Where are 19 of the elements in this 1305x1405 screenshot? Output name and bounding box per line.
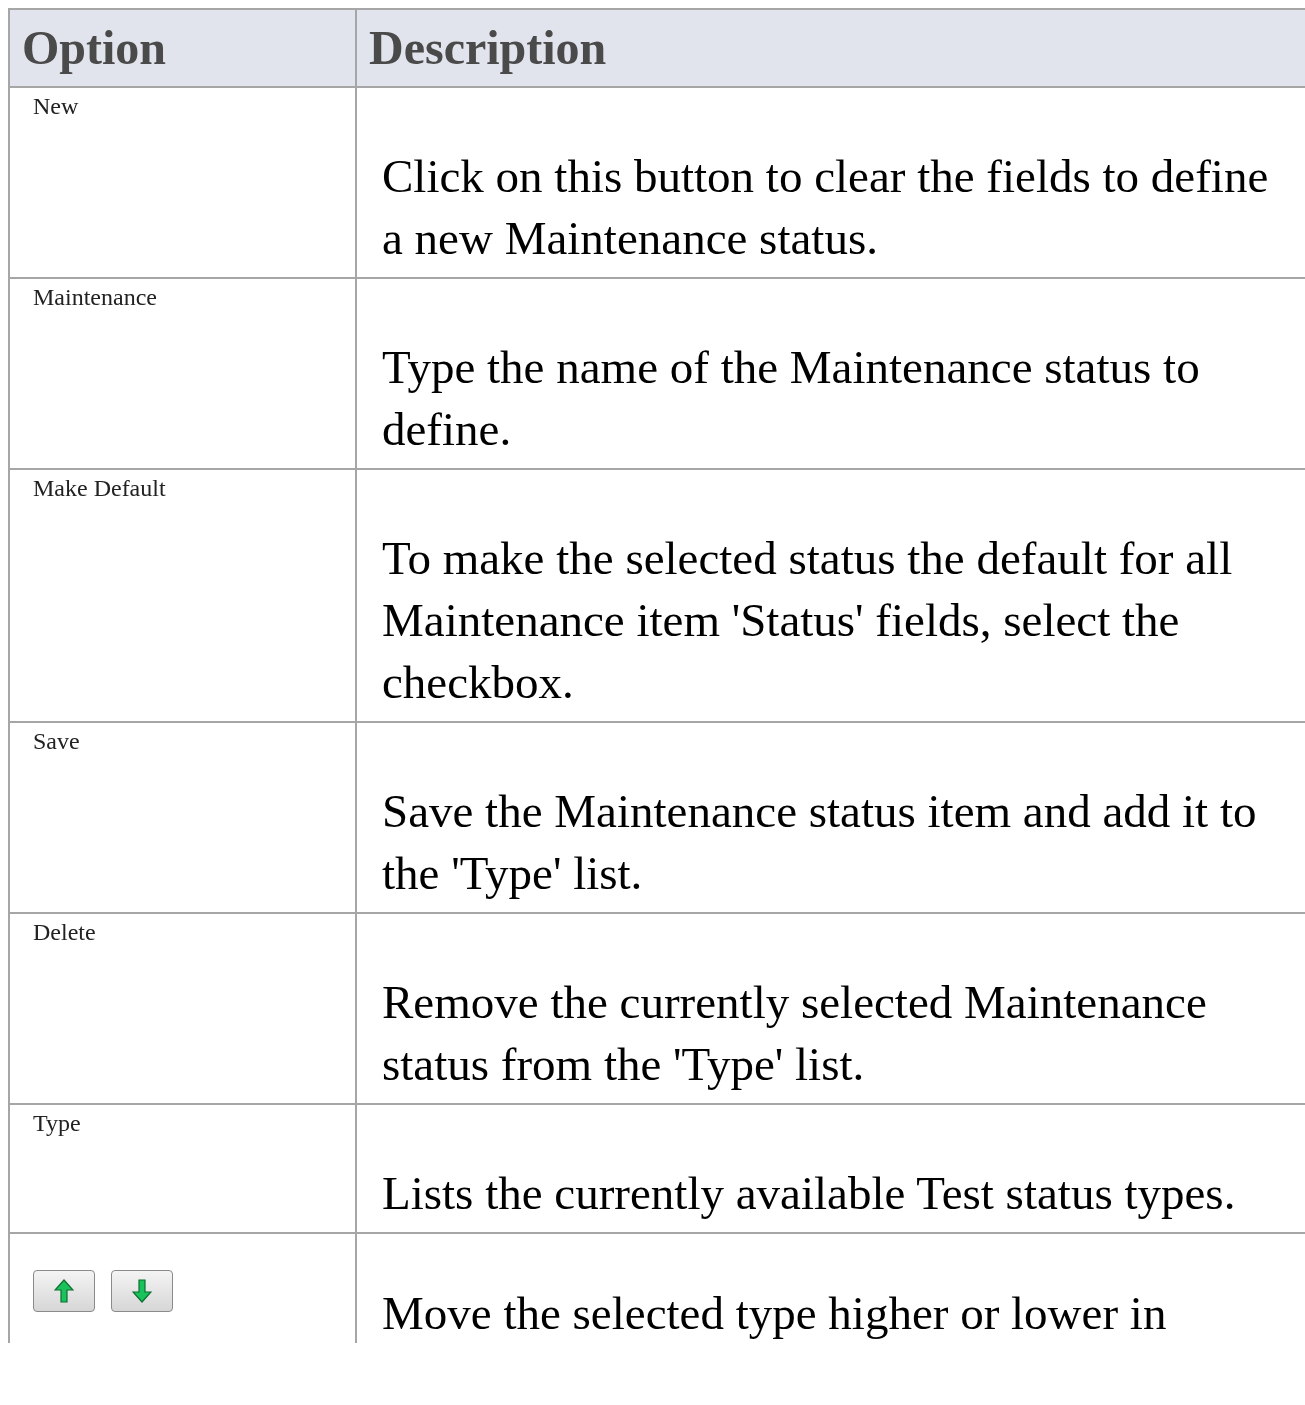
option-description: Remove the currently selected Maintenance status from the 'Type' list. [382,975,1208,1092]
column-header: Option [10,10,357,86]
option-description: Lists the currently available Test status types. [382,1166,1237,1221]
option-description: Click on this button to clear the fields to define a new Maintenance status. [382,149,1270,266]
option-name: Maintenance [33,284,157,310]
option-name: Delete [33,919,96,945]
option-description: To make the selected status the default for all Maintenance item 'Status' fields, select the checkbox. [382,531,1234,710]
option-description: Save the Maintenance status item and add it to the 'Type' list. [382,784,1258,901]
option-name: Type [33,1110,81,1136]
up-arrow-icon [54,1279,74,1303]
option-name: Save [33,728,80,754]
down-arrow-icon [132,1279,152,1303]
column-header: Description [368,20,608,76]
option-description: Type the name of the Maintenance status to define. [382,340,1201,457]
option-name: Make Default [33,475,166,501]
move-down-button[interactable] [111,1270,173,1312]
option-description: Move the selected type higher or lower in [382,1286,1168,1341]
option-name: New [33,93,79,119]
move-up-button[interactable] [33,1270,95,1312]
